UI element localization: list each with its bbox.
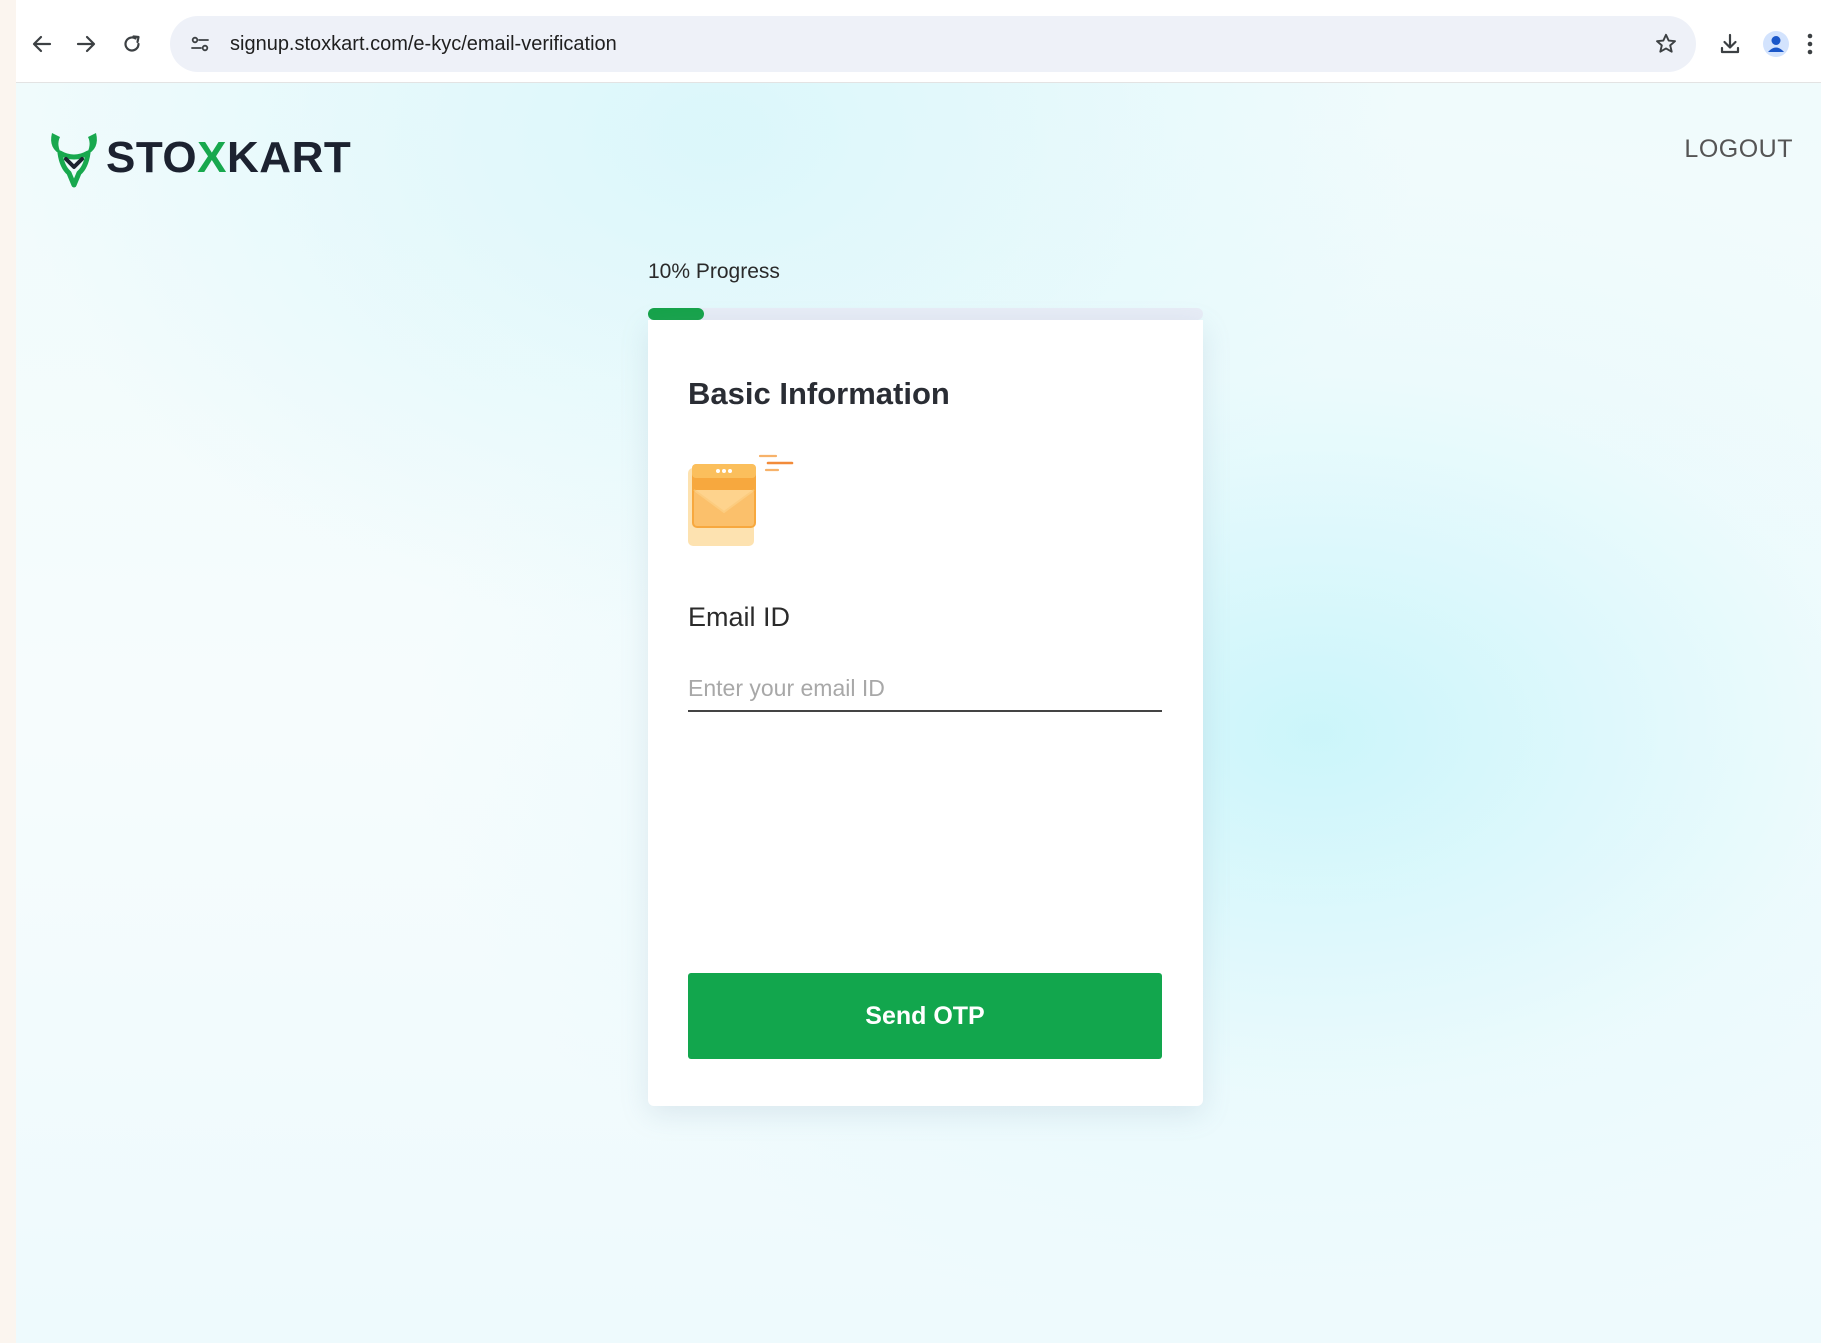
profile-button[interactable] bbox=[1758, 26, 1794, 62]
profile-icon bbox=[1763, 31, 1789, 57]
download-icon bbox=[1720, 33, 1740, 54]
card-title: Basic Information bbox=[688, 376, 950, 411]
site-info-button[interactable] bbox=[186, 30, 214, 58]
forward-arrow-icon bbox=[76, 35, 96, 53]
basic-information-card: Basic Information Email ID Send OTP bbox=[648, 320, 1203, 1106]
address-bar[interactable]: signup.stoxkart.com/e-kyc/email-verifica… bbox=[170, 16, 1696, 72]
url-text[interactable]: signup.stoxkart.com/e-kyc/email-verifica… bbox=[230, 16, 617, 72]
progress-label: 10% Progress bbox=[648, 260, 780, 283]
logout-link[interactable]: LOGOUT bbox=[1684, 135, 1793, 164]
site-info-icon bbox=[191, 36, 209, 52]
stoxkart-logo[interactable]: STOXKART bbox=[46, 125, 351, 191]
more-menu-icon bbox=[1807, 33, 1813, 55]
reload-icon bbox=[124, 35, 140, 52]
bookmark-star-icon bbox=[1656, 33, 1676, 53]
logo-wordmark: STOXKART bbox=[106, 133, 351, 183]
bookmark-button[interactable] bbox=[1650, 28, 1682, 60]
browser-window: signup.stoxkart.com/e-kyc/email-verifica… bbox=[16, 0, 1821, 1343]
email-envelope-icon bbox=[688, 454, 794, 546]
reload-button[interactable] bbox=[114, 26, 150, 62]
email-input[interactable] bbox=[688, 666, 1162, 712]
logo-text-x: X bbox=[197, 133, 228, 182]
browser-toolbar: signup.stoxkart.com/e-kyc/email-verifica… bbox=[16, 0, 1821, 83]
download-button[interactable] bbox=[1712, 26, 1748, 62]
page-content: STOXKART LOGOUT 10% Progress Basic Infor… bbox=[16, 83, 1821, 1343]
logo-text-kart: KART bbox=[227, 133, 352, 182]
left-edge-strip bbox=[0, 0, 16, 1343]
bull-logo-icon bbox=[51, 133, 97, 188]
email-id-label: Email ID bbox=[688, 602, 791, 632]
browser-menu-button[interactable] bbox=[1800, 26, 1820, 62]
progress-bar-fill bbox=[648, 308, 704, 320]
back-arrow-icon bbox=[32, 35, 52, 53]
progress-bar bbox=[648, 308, 1203, 320]
forward-button[interactable] bbox=[68, 26, 104, 62]
logo-text-sto: STO bbox=[106, 133, 198, 182]
back-button[interactable] bbox=[24, 26, 60, 62]
send-otp-button[interactable]: Send OTP bbox=[688, 973, 1162, 1059]
